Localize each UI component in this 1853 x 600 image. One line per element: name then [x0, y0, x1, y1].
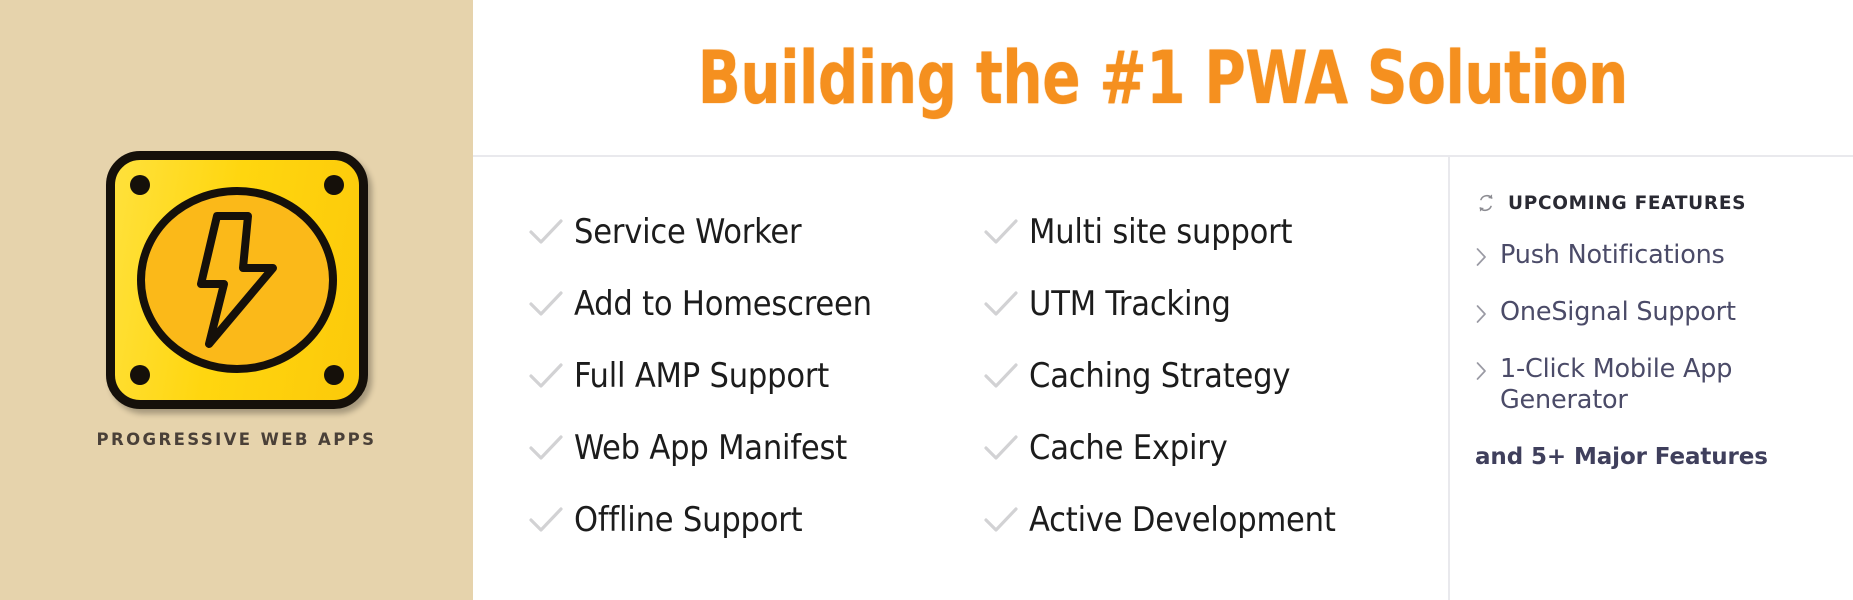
feature-item: Multi site support — [983, 196, 1448, 268]
check-icon — [983, 361, 1029, 391]
check-icon — [528, 433, 574, 463]
logo-corner-dot-top-right — [323, 175, 344, 195]
page-title: Building the #1 PWA Solution — [697, 35, 1629, 121]
feature-column-1: Service Worker Add to Homescreen Full AM… — [528, 196, 983, 600]
feature-label: Add to Homescreen — [574, 284, 872, 324]
check-icon — [528, 361, 574, 391]
logo-corner-dot-bottom-right — [323, 365, 344, 385]
feature-item: Caching Strategy — [983, 340, 1448, 412]
check-icon — [983, 433, 1029, 463]
feature-item: Service Worker — [528, 196, 983, 268]
chevron-right-icon — [1475, 354, 1500, 416]
feature-label: Web App Manifest — [574, 428, 848, 468]
feature-item: Offline Support — [528, 484, 983, 556]
upcoming-features-header: UPCOMING FEATURES — [1475, 192, 1833, 214]
pwa-feature-banner: PROGRESSIVE WEB APPS Building the #1 PWA… — [0, 0, 1853, 600]
feature-label: Multi site support — [1029, 212, 1293, 252]
feature-item: Add to Homescreen — [528, 268, 983, 340]
feature-label: Offline Support — [574, 500, 803, 540]
upcoming-item[interactable]: OneSignal Support — [1475, 297, 1833, 328]
upcoming-item[interactable]: Push Notifications — [1475, 240, 1833, 271]
feature-list: Service Worker Add to Homescreen Full AM… — [473, 156, 1448, 600]
chevron-right-icon — [1475, 297, 1500, 328]
feature-item: Web App Manifest — [528, 412, 983, 484]
feature-label: Full AMP Support — [574, 356, 830, 396]
feature-item: UTM Tracking — [983, 268, 1448, 340]
upcoming-features-title: UPCOMING FEATURES — [1508, 192, 1747, 214]
pwa-logo — [105, 151, 368, 409]
upcoming-item-label: OneSignal Support — [1500, 297, 1736, 328]
feature-item: Cache Expiry — [983, 412, 1448, 484]
feature-label: Caching Strategy — [1029, 356, 1291, 396]
logo-circle — [136, 187, 337, 373]
title-bar: Building the #1 PWA Solution — [473, 0, 1853, 156]
check-icon — [983, 217, 1029, 247]
upcoming-features-panel: UPCOMING FEATURES Push Notifications One… — [1450, 156, 1853, 600]
check-icon — [528, 505, 574, 535]
logo-caption: PROGRESSIVE WEB APPS — [96, 430, 377, 449]
feature-label: Cache Expiry — [1029, 428, 1228, 468]
feature-item: Full AMP Support — [528, 340, 983, 412]
check-icon — [983, 289, 1029, 319]
feature-column-2: Multi site support UTM Tracking Caching … — [983, 196, 1448, 600]
upcoming-features-footer: and 5+ Major Features — [1475, 444, 1768, 471]
lightning-bolt-icon — [196, 212, 277, 348]
check-icon — [528, 217, 574, 247]
check-icon — [528, 289, 574, 319]
feature-label: UTM Tracking — [1029, 284, 1231, 324]
logo-panel: PROGRESSIVE WEB APPS — [0, 0, 473, 600]
logo-corner-dot-top-left — [129, 175, 150, 195]
check-icon — [983, 505, 1029, 535]
sync-icon — [1475, 192, 1497, 214]
upcoming-item[interactable]: 1-Click Mobile App Generator — [1475, 354, 1833, 416]
feature-label: Active Development — [1029, 500, 1336, 540]
upcoming-item-label: 1-Click Mobile App Generator — [1500, 354, 1733, 416]
feature-item: Active Development — [983, 484, 1448, 556]
feature-label: Service Worker — [574, 212, 802, 252]
chevron-right-icon — [1475, 240, 1500, 271]
upcoming-item-label: Push Notifications — [1500, 240, 1725, 270]
logo-corner-dot-bottom-left — [129, 365, 150, 385]
